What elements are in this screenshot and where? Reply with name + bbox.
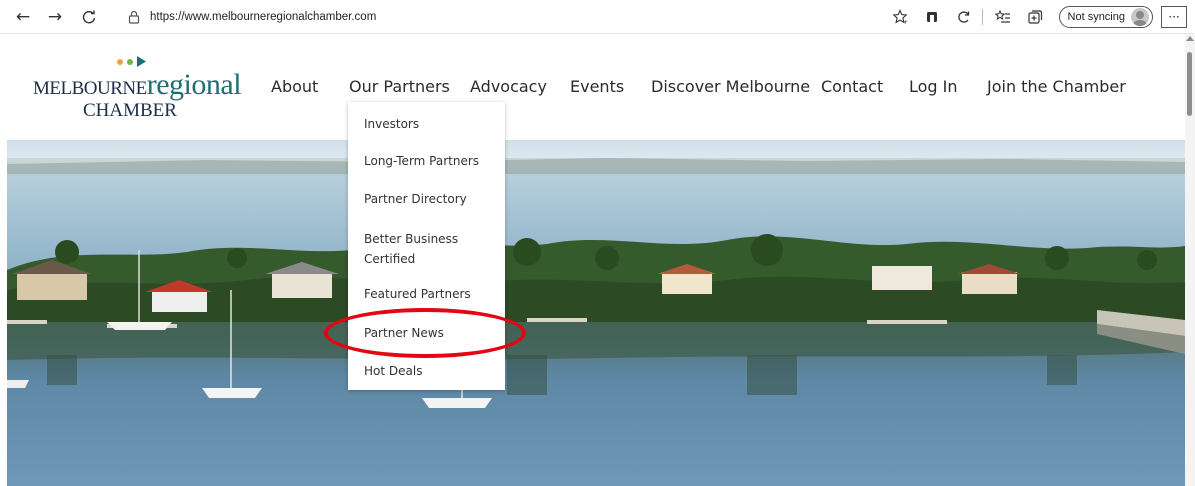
more-menu-button[interactable]: ··· [1161,6,1187,28]
browser-tools: + Not syncing ··· [880,4,1187,30]
extension-icon[interactable] [920,5,944,29]
browser-toolbar: ← → https://www.melbourneregionalchamber… [0,0,1195,34]
svg-text:+: + [903,19,908,25]
sync-label: Not syncing [1067,11,1125,23]
nav-log-in[interactable]: Log In [909,77,958,96]
collections-icon[interactable] [1023,5,1047,29]
back-icon[interactable]: ← [10,4,36,30]
dropdown-item-hot-deals[interactable]: Hot Deals [364,361,494,381]
favorite-star-icon[interactable]: + [888,5,912,29]
page-scrollbar[interactable] [1185,34,1195,486]
dropdown-item-partner-news[interactable]: Partner News [364,323,494,343]
nav-discover-melbourne[interactable]: Discover Melbourne [651,77,810,96]
hero-image [7,140,1185,486]
profile-sync-button[interactable]: Not syncing [1058,6,1153,28]
main-nav: About Our Partners Advocacy Events Disco… [0,34,1185,140]
site-header: MELBOURNEregional CHAMBER About Our Part… [0,34,1185,140]
scroll-up-arrow-icon[interactable] [1186,36,1194,41]
nav-advocacy[interactable]: Advocacy [470,77,547,96]
scroll-thumb[interactable] [1187,52,1192,116]
dropdown-item-long-term-partners[interactable]: Long-Term Partners [364,151,494,171]
dropdown-item-better-business-certified[interactable]: Better Business Certified [364,229,494,269]
refresh-icon[interactable] [76,4,102,30]
dropdown-item-partner-directory[interactable]: Partner Directory [364,189,494,209]
dropdown-item-investors[interactable]: Investors [364,114,494,134]
forward-icon[interactable]: → [42,4,68,30]
toolbar-separator [981,9,983,25]
url-text[interactable]: https://www.melbourneregionalchamber.com [150,11,376,23]
nav-about[interactable]: About [271,77,318,96]
nav-contact[interactable]: Contact [821,77,883,96]
dropdown-item-featured-partners[interactable]: Featured Partners [364,284,494,304]
nav-events[interactable]: Events [570,77,624,96]
nav-join-the-chamber[interactable]: Join the Chamber [987,77,1126,96]
favorites-list-icon[interactable] [991,5,1015,29]
address-bar[interactable]: https://www.melbourneregionalchamber.com [120,5,890,29]
lock-icon[interactable] [126,9,142,25]
avatar [1131,8,1149,26]
our-partners-dropdown: Investors Long-Term Partners Partner Dir… [348,102,505,390]
sync-arrows-icon[interactable] [952,5,976,29]
nav-our-partners[interactable]: Our Partners [349,77,450,104]
